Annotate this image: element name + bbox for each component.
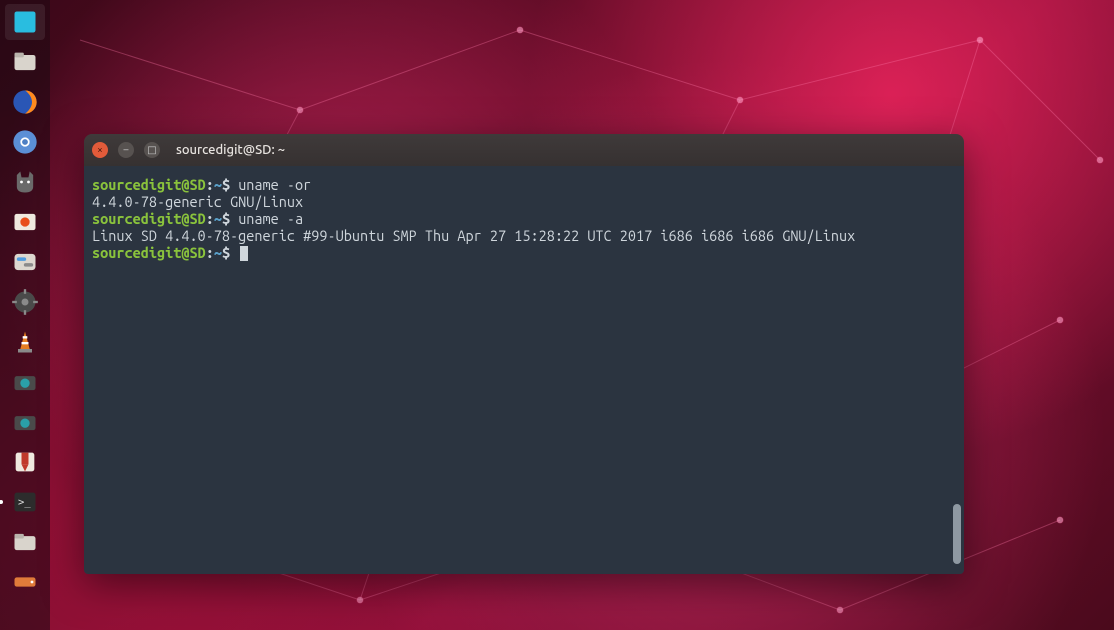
window-minimize-button[interactable]: – bbox=[118, 142, 134, 158]
launcher-settings[interactable] bbox=[5, 284, 45, 320]
launcher-toggles[interactable] bbox=[5, 244, 45, 280]
firefox-icon bbox=[11, 88, 39, 116]
launcher-drive[interactable] bbox=[5, 564, 45, 600]
launcher-firefox[interactable] bbox=[5, 84, 45, 120]
terminal-titlebar[interactable]: × – □ sourcedigit@SD: ~ bbox=[84, 134, 964, 166]
launcher-transmission[interactable] bbox=[5, 444, 45, 480]
terminal-prompt-line: sourcedigit@SD:~$ bbox=[92, 244, 956, 261]
svg-text:>_: >_ bbox=[18, 497, 31, 509]
prompt-path: ~ bbox=[214, 244, 222, 261]
terminal-window[interactable]: × – □ sourcedigit@SD: ~ sourcedigit@SD:~… bbox=[84, 134, 964, 574]
gear-icon bbox=[11, 288, 39, 316]
terminal-text: 4.4.0-78-generic GNU/Linux bbox=[92, 193, 303, 210]
close-icon: × bbox=[97, 145, 103, 155]
software-icon bbox=[11, 208, 39, 236]
drive-icon bbox=[11, 568, 39, 596]
launcher-show-desktop[interactable] bbox=[5, 4, 45, 40]
prompt-symbol: $ bbox=[222, 176, 238, 193]
terminal-output-line: Linux SD 4.4.0-78-generic #99-Ubuntu SMP… bbox=[92, 227, 956, 244]
window-title: sourcedigit@SD: ~ bbox=[176, 143, 285, 157]
folder-icon bbox=[11, 528, 39, 556]
launcher-vlc[interactable] bbox=[5, 324, 45, 360]
launcher-folder[interactable] bbox=[5, 524, 45, 560]
cat-icon bbox=[11, 168, 39, 196]
prompt-symbol: $ bbox=[222, 210, 238, 227]
camera-icon bbox=[11, 408, 39, 436]
terminal-output[interactable]: sourcedigit@SD:~$ uname -or4.4.0-78-gene… bbox=[84, 166, 964, 574]
terminal-command: uname -a bbox=[238, 210, 303, 227]
window-close-button[interactable]: × bbox=[92, 142, 108, 158]
transmission-icon bbox=[11, 448, 39, 476]
prompt-user-host: sourcedigit@SD bbox=[92, 176, 206, 193]
prompt-colon: : bbox=[206, 210, 214, 227]
prompt-symbol: $ bbox=[222, 244, 238, 261]
prompt-user-host: sourcedigit@SD bbox=[92, 210, 206, 227]
terminal-command: uname -or bbox=[238, 176, 311, 193]
launcher-chromium[interactable] bbox=[5, 124, 45, 160]
running-indicator bbox=[0, 500, 3, 504]
toggles-icon bbox=[11, 248, 39, 276]
unity-launcher: >_ bbox=[0, 0, 50, 630]
minimize-icon: – bbox=[124, 145, 129, 155]
camera-icon bbox=[11, 368, 39, 396]
vlc-icon bbox=[11, 328, 39, 356]
desktop-icon bbox=[11, 8, 39, 36]
scrollbar-thumb[interactable] bbox=[953, 504, 961, 564]
launcher-screenshot-2[interactable] bbox=[5, 404, 45, 440]
prompt-user-host: sourcedigit@SD bbox=[92, 244, 206, 261]
launcher-terminal[interactable]: >_ bbox=[5, 484, 45, 520]
prompt-path: ~ bbox=[214, 176, 222, 193]
launcher-screenshot-1[interactable] bbox=[5, 364, 45, 400]
terminal-output-line: 4.4.0-78-generic GNU/Linux bbox=[92, 193, 956, 210]
launcher-game[interactable] bbox=[5, 164, 45, 200]
prompt-colon: : bbox=[206, 176, 214, 193]
prompt-colon: : bbox=[206, 244, 214, 261]
maximize-icon: □ bbox=[147, 145, 156, 155]
terminal-prompt-line: sourcedigit@SD:~$ uname -a bbox=[92, 210, 956, 227]
prompt-path: ~ bbox=[214, 210, 222, 227]
files-icon bbox=[11, 48, 39, 76]
chromium-icon bbox=[11, 128, 39, 156]
launcher-files[interactable] bbox=[5, 44, 45, 80]
window-maximize-button[interactable]: □ bbox=[144, 142, 160, 158]
terminal-prompt-line: sourcedigit@SD:~$ uname -or bbox=[92, 176, 956, 193]
terminal-icon: >_ bbox=[11, 488, 39, 516]
terminal-text: Linux SD 4.4.0-78-generic #99-Ubuntu SMP… bbox=[92, 227, 855, 244]
launcher-software[interactable] bbox=[5, 204, 45, 240]
terminal-cursor bbox=[240, 246, 248, 261]
